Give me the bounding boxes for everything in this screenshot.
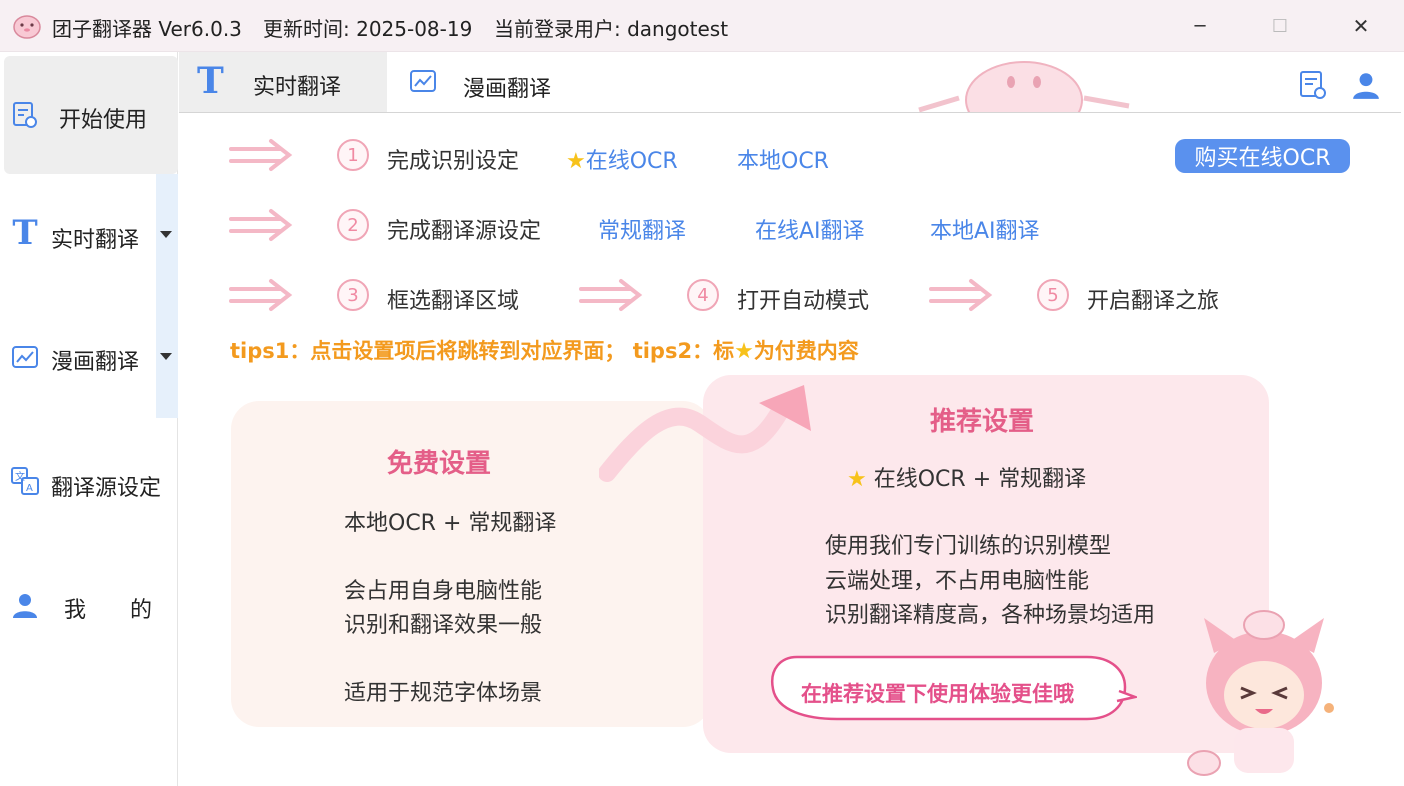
sidebar-item-label: 开始使用 (59, 108, 148, 133)
step-number-badge: 3 (337, 279, 369, 311)
sidebar-item-label: 实时翻译 (51, 228, 140, 253)
sidebar-item-mine[interactable]: 我 的 (4, 546, 178, 664)
start-doc-icon (10, 100, 40, 130)
free-card-line: 识别和翻译效果一般 (344, 613, 543, 638)
current-user: 当前登录用户: dangotest (494, 17, 729, 41)
bubble-text: 在推荐设置下使用体验更佳哦 (801, 682, 1074, 706)
document-settings-icon[interactable] (1299, 70, 1327, 104)
chevron-down-icon[interactable] (160, 231, 172, 238)
free-card-title: 免费设置 (387, 449, 492, 479)
close-button[interactable]: ✕ (1339, 8, 1383, 44)
step-number-badge: 1 (337, 139, 369, 171)
tab-bar: T 实时翻译 漫画翻译 (179, 52, 1401, 113)
sidebar-item-label: 漫画翻译 (51, 350, 140, 375)
free-card-line: 本地OCR + 常规翻译 (344, 511, 557, 536)
sidebar-item-label: 我 的 (64, 598, 153, 623)
regular-translate-link[interactable]: 常规翻译 (598, 213, 686, 245)
tab-label: 实时翻译 (253, 75, 342, 100)
step-text: 打开自动模式 (737, 289, 870, 314)
mascot-girl-illustration (1187, 610, 1334, 776)
step-arrow-icon (929, 279, 993, 311)
step-arrow-icon (229, 279, 293, 311)
recommended-card-line: 云端处理，不占用电脑性能 (825, 569, 1090, 594)
user-icon[interactable] (1351, 70, 1381, 104)
recommended-card-title: 推荐设置 (930, 407, 1035, 437)
step-arrow-icon (579, 279, 643, 311)
svg-text:文: 文 (15, 470, 25, 483)
chevron-down-icon[interactable] (160, 353, 172, 360)
online-ocr-link[interactable]: ★在线OCR (566, 143, 678, 175)
step-text: 框选翻译区域 (387, 289, 520, 314)
chart-image-icon (10, 342, 40, 372)
recommended-card-line: 识别翻译精度高，各种场景均适用 (825, 603, 1156, 628)
sidebar-item-start[interactable]: 开始使用 (4, 56, 178, 174)
main-content: 1 完成识别设定 ★在线OCR 本地OCR 购买在线OCR 2 完成翻译源设定 … (179, 113, 1401, 786)
update-time: 更新时间: 2025-08-19 (263, 17, 473, 41)
step-number-badge: 5 (1037, 279, 1069, 311)
star-icon: ★ (734, 339, 754, 364)
user-icon (10, 590, 40, 620)
sidebar-item-label: 翻译源设定 (51, 476, 162, 501)
online-ai-translate-link[interactable]: 在线AI翻译 (755, 213, 865, 245)
step-arrow-icon (229, 139, 293, 171)
recommended-card-line: 使用我们专门训练的识别模型 (825, 534, 1112, 559)
minimize-button[interactable]: ─ (1178, 8, 1222, 44)
star-icon: ★ (847, 467, 867, 492)
tips-text: tips1：点击设置项后将跳转到对应界面； tips2：标★为付费内容 (230, 339, 859, 364)
app-logo-icon (13, 15, 41, 39)
sidebar: 开始使用 T 实时翻译 漫画翻译 文A 翻译源设定 我 的 (0, 52, 178, 786)
step-number-badge: 4 (687, 279, 719, 311)
pig-mascot-decoration (918, 61, 1130, 112)
local-ai-translate-link[interactable]: 本地AI翻译 (930, 213, 1040, 245)
tab-realtime[interactable]: T 实时翻译 (179, 52, 387, 112)
text-t-icon: T (12, 213, 38, 253)
local-ocr-link[interactable]: 本地OCR (737, 143, 829, 175)
sidebar-item-realtime[interactable]: T 实时翻译 (4, 174, 178, 296)
svg-text:A: A (26, 483, 33, 494)
sidebar-item-manga[interactable]: 漫画翻译 (4, 296, 178, 418)
sidebar-item-translate-source[interactable]: 文A 翻译源设定 (4, 424, 178, 542)
step-arrow-icon (229, 209, 293, 241)
step-text: 开启翻译之旅 (1087, 289, 1220, 314)
recommended-card-line: ★ 在线OCR + 常规翻译 (847, 467, 1087, 492)
title-bar: 团子翻译器 Ver6.0.3 更新时间: 2025-08-19 当前登录用户: … (0, 0, 1404, 52)
app-title: 团子翻译器 Ver6.0.3 (52, 17, 242, 41)
step-number-badge: 2 (337, 209, 369, 241)
star-icon: ★ (566, 149, 586, 174)
step-text: 完成识别设定 (387, 149, 520, 174)
buy-online-ocr-button[interactable]: 购买在线OCR (1175, 139, 1350, 173)
tab-label: 漫画翻译 (463, 77, 552, 102)
maximize-button[interactable]: ☐ (1258, 8, 1302, 44)
chart-image-icon (409, 69, 437, 99)
free-card-line: 会占用自身电脑性能 (344, 579, 543, 604)
tab-manga[interactable]: 漫画翻译 (387, 52, 587, 112)
curved-arrow-icon (599, 385, 811, 482)
free-card-line: 适用于规范字体场景 (344, 681, 543, 706)
text-t-icon: T (197, 60, 224, 102)
step-text: 完成翻译源设定 (387, 219, 542, 244)
translate-source-icon: 文A (10, 466, 40, 496)
